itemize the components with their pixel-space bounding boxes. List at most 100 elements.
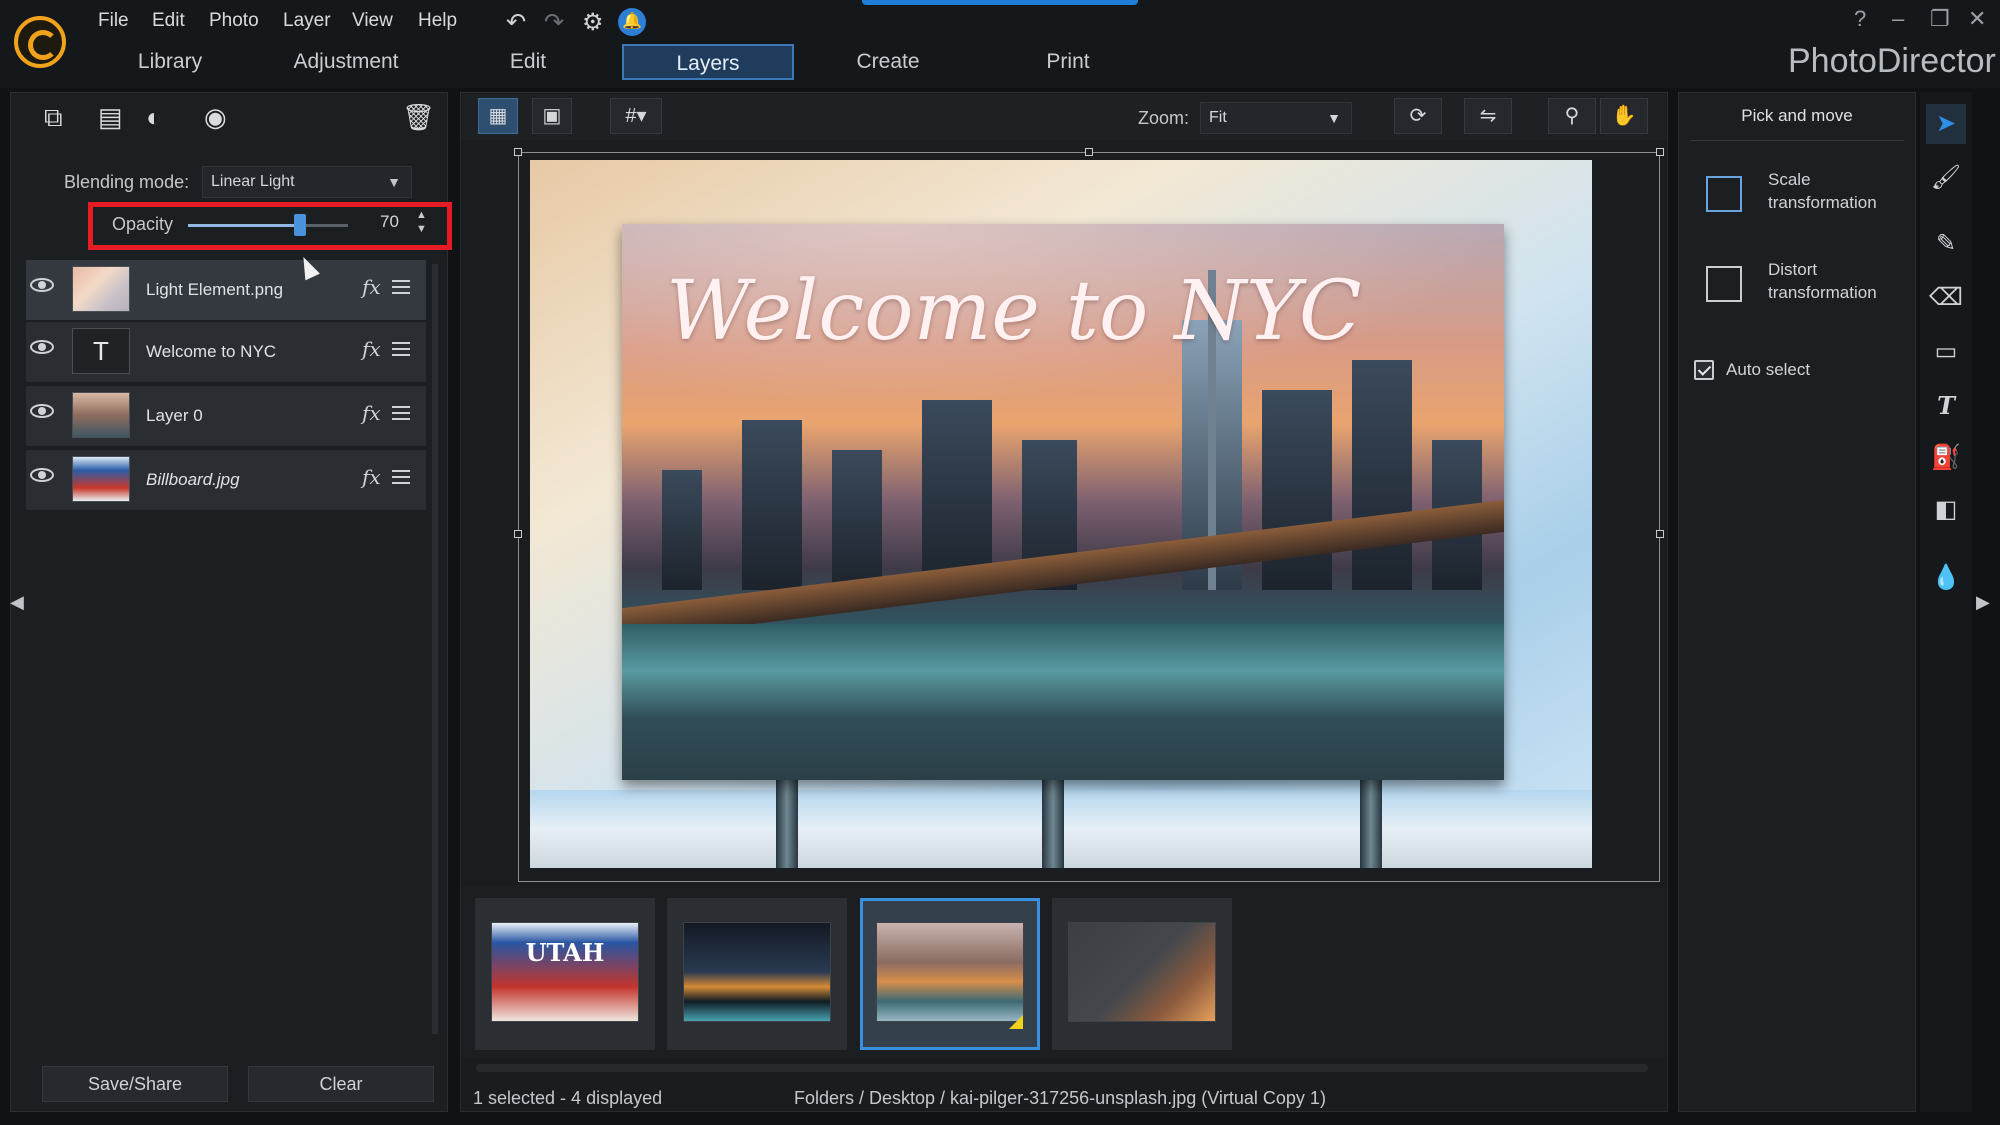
layer-properties-icon[interactable] (392, 468, 410, 486)
fx-icon[interactable]: fx (362, 337, 381, 361)
menu-help[interactable]: Help (418, 10, 457, 32)
layer-row-welcome-text[interactable]: T Welcome to NYC fx (26, 322, 426, 384)
fx-icon[interactable]: fx (362, 401, 381, 425)
menu-layer[interactable]: Layer (283, 10, 331, 32)
help-button[interactable]: ? (1854, 6, 1866, 32)
notification-icon[interactable]: 🔔 (618, 8, 646, 36)
mask-icon[interactable]: ◉ (204, 102, 227, 133)
resize-handle[interactable] (514, 148, 522, 156)
app-logo (14, 16, 66, 68)
auto-select-checkbox[interactable] (1694, 360, 1714, 380)
distort-transformation-option[interactable]: Distort transformation (1768, 258, 1898, 304)
zoom-select[interactable]: Fit ▼ (1200, 102, 1352, 134)
flip-icon[interactable]: ⇋ (1464, 98, 1512, 134)
nyc-night-thumb (683, 922, 831, 1022)
opacity-spinner[interactable]: ▲ ▼ (416, 208, 427, 236)
rectangle-tool-icon[interactable]: ▭ (1926, 332, 1966, 372)
menu-edit[interactable]: Edit (152, 10, 185, 32)
film-thumb-nyc-night[interactable] (667, 898, 847, 1050)
eye-icon[interactable] (30, 278, 56, 294)
layer-properties-icon[interactable] (392, 278, 410, 296)
eye-icon[interactable] (30, 468, 56, 484)
layer-name: Billboard.jpg (146, 470, 240, 489)
brush-tool-icon[interactable]: 🖌 (1926, 158, 1966, 198)
layer-thumbnail (72, 266, 130, 312)
restore-button[interactable]: ❐ (1930, 6, 1950, 32)
minimize-button[interactable]: – (1892, 6, 1904, 32)
layer-name: Welcome to NYC (146, 342, 277, 361)
layer-row-layer-0[interactable]: Layer 0 fx (26, 386, 426, 448)
gradient-tool-icon[interactable]: ◧ (1926, 490, 1966, 530)
save-share-button[interactable]: Save/Share (42, 1066, 228, 1102)
opacity-label: Opacity (112, 214, 174, 234)
tab-library[interactable]: Library (110, 44, 230, 80)
menu-file[interactable]: File (98, 10, 129, 32)
scale-transformation-icon[interactable] (1706, 176, 1742, 212)
file-path-status: Folders / Desktop / kai-pilger-317256-un… (794, 1088, 1326, 1108)
text-tool-icon[interactable]: T (1926, 386, 1966, 426)
adjustment-layer-icon[interactable]: ◐ (146, 102, 162, 133)
new-layer-icon[interactable]: ⧉ (44, 102, 63, 134)
edited-flag-icon (1009, 1015, 1023, 1029)
fx-icon[interactable]: fx (362, 275, 381, 299)
magnifier-icon[interactable]: ⚲ (1548, 98, 1596, 134)
layer-properties-icon[interactable] (392, 404, 410, 422)
fill-tool-icon[interactable]: ⛽ (1926, 438, 1966, 478)
film-thumb-nyc-bridge[interactable] (860, 898, 1040, 1050)
eye-icon[interactable] (30, 404, 56, 420)
pick-move-tool-icon[interactable]: ➤ (1926, 104, 1966, 144)
collapse-right-icon[interactable]: ▶ (1976, 592, 1990, 613)
droplet-tool-icon[interactable]: 💧 (1926, 558, 1966, 598)
distort-transformation-icon[interactable] (1706, 266, 1742, 302)
hand-icon[interactable]: ✋ (1600, 98, 1648, 134)
trash-icon[interactable]: 🗑 (402, 102, 435, 133)
fx-icon[interactable]: fx (362, 465, 381, 489)
pencil-tool-icon[interactable]: ✎ (1926, 224, 1966, 264)
menu-photo[interactable]: Photo (209, 10, 259, 32)
layer-menu-icon[interactable]: ▤ (98, 102, 123, 133)
resize-handle[interactable] (514, 530, 522, 538)
layer-properties-icon[interactable] (392, 340, 410, 358)
redo-icon[interactable]: ↷ (544, 8, 564, 37)
layer-row-billboard[interactable]: Billboard.jpg fx (26, 450, 426, 512)
menu-view[interactable]: View (352, 10, 393, 32)
grid-icon[interactable]: #▾ (610, 98, 662, 134)
layer-row-light-element[interactable]: Light Element.png fx (26, 260, 426, 322)
blending-mode-select[interactable]: Linear Light ▼ (202, 166, 412, 198)
tab-layers[interactable]: Layers (622, 44, 794, 80)
tab-print[interactable]: Print (1018, 44, 1118, 80)
eraser-tool-icon[interactable]: ⌫ (1926, 278, 1966, 318)
tab-create[interactable]: Create (838, 44, 938, 80)
tab-edit[interactable]: Edit (478, 44, 578, 80)
film-thumb-light-element[interactable] (1052, 898, 1232, 1050)
opacity-value[interactable]: 70 (380, 212, 408, 232)
selection-frame[interactable] (518, 152, 1660, 882)
clear-button[interactable]: Clear (248, 1066, 434, 1102)
chevron-down-icon: ▼ (1327, 110, 1341, 126)
auto-select-label[interactable]: Auto select (1726, 360, 1810, 380)
opacity-slider-thumb[interactable] (294, 214, 306, 236)
blending-mode-label: Blending mode: (64, 172, 190, 192)
eye-icon[interactable] (30, 340, 56, 356)
layers-scrollbar[interactable] (432, 264, 438, 1034)
resize-handle[interactable] (1085, 148, 1093, 156)
divider (1690, 140, 1904, 141)
filmstrip-scrollbar[interactable] (476, 1064, 1648, 1072)
close-button[interactable]: ✕ (1968, 6, 1986, 32)
image-view-icon[interactable]: ▣ (532, 98, 572, 134)
resize-handle[interactable] (1656, 148, 1664, 156)
settings-icon[interactable]: ⚙ (582, 8, 604, 37)
app-brand: PhotoDirector (1788, 42, 1996, 80)
collapse-left-icon[interactable]: ◀ (10, 592, 24, 613)
rotate-icon[interactable]: ⟳ (1394, 98, 1442, 134)
film-thumb-utah[interactable]: UTAH (475, 898, 655, 1050)
utah-billboard-thumb: UTAH (491, 922, 639, 1022)
text-layer-icon: T (72, 328, 130, 374)
undo-icon[interactable]: ↶ (506, 8, 526, 37)
viewer-mode-icon[interactable]: ▦ (478, 98, 518, 134)
scale-transformation-option[interactable]: Scale transformation (1768, 168, 1898, 214)
resize-handle[interactable] (1656, 530, 1664, 538)
tab-adjustment[interactable]: Adjustment (276, 44, 416, 80)
chevron-down-icon: ▼ (387, 174, 401, 190)
progress-indicator (862, 0, 1138, 5)
